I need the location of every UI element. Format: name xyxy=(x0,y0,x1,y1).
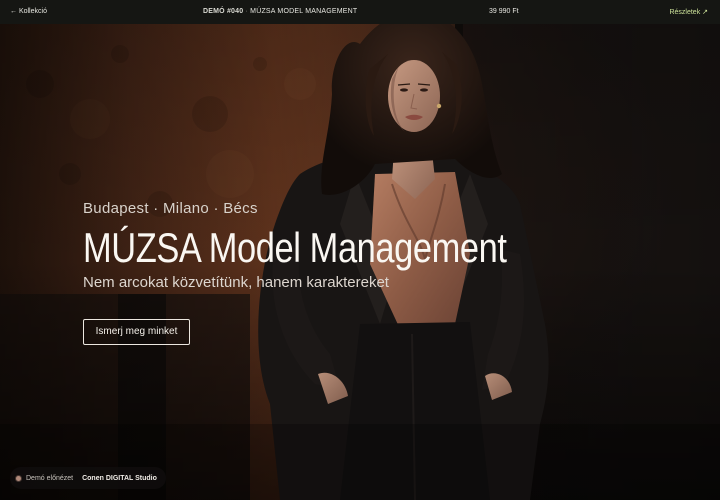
demo-preview-label: Demó előnézet xyxy=(26,474,74,482)
city-list: Budapest · Milano · Bécs xyxy=(83,200,258,217)
about-us-button[interactable]: Ismerj meg minket xyxy=(83,319,190,345)
hero-section: Budapest · Milano · Bécs MÚZSA Model Man… xyxy=(0,24,720,500)
demo-number: DEMÓ #040 xyxy=(203,8,244,15)
page: ← Kollekció DEMÓ #040 · MÚZSA MODEL MANA… xyxy=(0,0,720,500)
back-to-collection-link[interactable]: ← Kollekció xyxy=(10,8,47,15)
hero-tagline: Nem arcokat közvetítünk, hanem karaktere… xyxy=(83,274,389,291)
status-dot-icon xyxy=(16,475,21,481)
hero-headline: MÚZSA Model Management xyxy=(83,224,507,271)
studio-name: Conen DIGITAL Studio xyxy=(82,474,157,482)
details-link[interactable]: Részletek ↗ xyxy=(669,8,708,16)
top-bar: ← Kollekció DEMÓ #040 · MÚZSA MODEL MANA… xyxy=(0,0,720,24)
title-separator: · xyxy=(245,8,249,15)
demo-preview-badge[interactable]: Demó előnézet Conen DIGITAL Studio xyxy=(10,467,166,489)
price-label: 39 990 Ft xyxy=(489,8,519,15)
demo-title: DEMÓ #040 · MÚZSA MODEL MANAGEMENT xyxy=(203,8,357,15)
site-name: MÚZSA MODEL MANAGEMENT xyxy=(250,8,358,15)
hero-text-block: Budapest · Milano · Bécs MÚZSA Model Man… xyxy=(83,200,600,291)
